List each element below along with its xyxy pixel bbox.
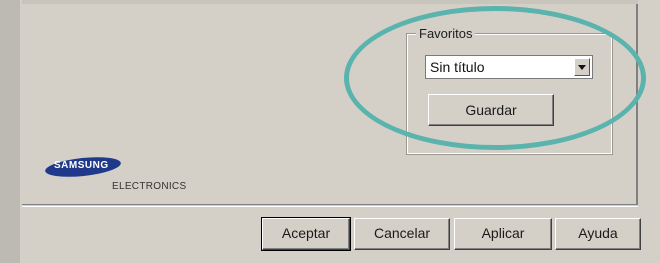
cancel-button[interactable]: Cancelar xyxy=(354,218,450,250)
accept-button[interactable]: Aceptar xyxy=(261,217,351,251)
samsung-subtitle: ELECTRONICS xyxy=(112,181,187,192)
divider xyxy=(22,206,638,207)
panel-top-edge xyxy=(22,0,638,4)
help-button[interactable]: Ayuda xyxy=(555,218,641,250)
apply-button[interactable]: Aplicar xyxy=(454,218,552,250)
favorites-select[interactable]: Sin título xyxy=(425,55,593,79)
window-edge xyxy=(0,0,20,263)
save-favorite-button[interactable]: Guardar xyxy=(428,94,554,126)
favorites-selected-value: Sin título xyxy=(430,59,485,75)
samsung-brand-text: SAMSUNG xyxy=(54,160,109,171)
favorites-group-label: Favoritos xyxy=(416,26,476,42)
printer-properties-dialog: Favoritos Sin título Guardar SAMSUNG ELE… xyxy=(0,0,660,263)
samsung-logo: SAMSUNG ELECTRONICS xyxy=(40,155,190,200)
chevron-down-icon[interactable] xyxy=(574,58,590,76)
